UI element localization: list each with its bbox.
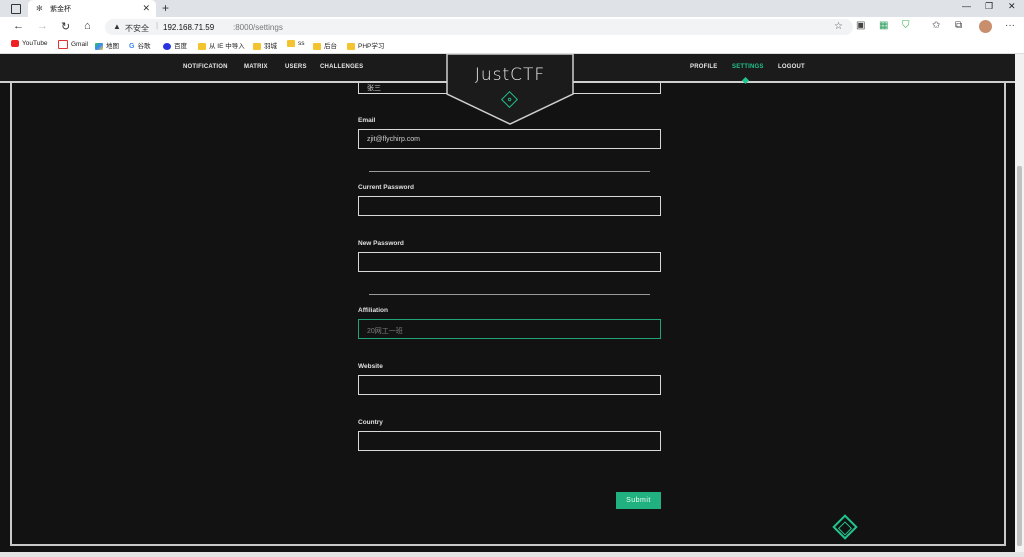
tab-actions-icon[interactable] (11, 4, 21, 14)
website-label: Website (358, 363, 383, 370)
extension-icon[interactable]: ▣ (856, 20, 865, 31)
bookmark-label: 地图 (106, 43, 119, 50)
folder-icon (313, 42, 321, 50)
affiliation-label: Affiliation (358, 307, 388, 314)
reload-icon[interactable]: ↻ (61, 20, 70, 33)
browser-tab[interactable]: ✻ 紫金杯 ✕ (28, 0, 156, 17)
folder-icon (253, 42, 261, 50)
scroll-to-top-inner (837, 521, 853, 536)
favorites-icon[interactable]: ✩ (932, 20, 940, 31)
folder-icon (198, 42, 206, 50)
url-path: :8000/settings (233, 23, 283, 32)
youtube-icon (11, 40, 19, 47)
taskbar-strip (0, 552, 1024, 557)
nav-matrix[interactable]: MATRIX (244, 64, 268, 70)
bookmark-php[interactable]: PHP学习 (347, 40, 384, 50)
bookmark-label: 百度 (174, 43, 187, 50)
nav-notification[interactable]: NOTIFICATION (183, 64, 228, 70)
folder-icon (287, 40, 295, 47)
active-indicator-icon (741, 76, 750, 85)
avatar[interactable] (979, 20, 992, 33)
security-label: 不安全 (125, 24, 149, 33)
bookmark-label: YouTube (22, 40, 48, 48)
back-icon[interactable]: ← (13, 20, 24, 32)
google-icon: G (129, 42, 135, 50)
warning-icon: ▲ (113, 22, 121, 31)
bookmark-label: 后台 (324, 43, 337, 50)
divider (369, 171, 650, 172)
email-field[interactable]: zjit@flychirp.com (358, 129, 661, 149)
affiliation-field[interactable]: 20网工一班 (358, 319, 661, 339)
page-content: 张三 NOTIFICATION MATRIX USERS CHALLENGES … (0, 54, 1015, 552)
bookmark-gmail[interactable]: Gmail (58, 40, 88, 49)
close-tab-icon[interactable]: ✕ (142, 3, 150, 14)
country-field[interactable] (358, 431, 661, 451)
url-host: 192.168.71.59 (163, 23, 215, 32)
nav-settings[interactable]: SETTINGS (732, 64, 764, 70)
nav-challenges[interactable]: CHALLENGES (320, 64, 363, 70)
forward-icon[interactable]: → (37, 20, 48, 32)
collections-icon[interactable]: ⧉ (955, 20, 962, 31)
new-password-field[interactable] (358, 252, 661, 272)
shield-icon[interactable]: ⛉ (902, 20, 910, 31)
bookmark-yucheng[interactable]: 羽城 (253, 40, 277, 50)
gmail-icon (58, 40, 68, 49)
nav-users[interactable]: USERS (285, 64, 307, 70)
bookmark-baidu[interactable]: 百度 (163, 40, 187, 50)
bookmark-maps[interactable]: 地图 (95, 40, 119, 50)
logo-text: JustCTF (474, 65, 546, 85)
bookmark-ie-import[interactable]: 从 IE 中导入 (198, 40, 245, 50)
close-window-icon[interactable]: ✕ (1008, 1, 1016, 12)
website-field[interactable] (358, 375, 661, 395)
maps-icon (95, 42, 103, 50)
bookmark-google[interactable]: G 谷歌 (129, 40, 150, 50)
country-label: Country (358, 419, 383, 426)
address-toolbar: ← → ↻ ⌂ ▲ 不安全 | 192.168.71.59 :8000/sett… (0, 17, 1024, 37)
baidu-icon (163, 42, 171, 50)
nav-logout[interactable]: LOGOUT (778, 64, 805, 70)
bookmark-label: ss (298, 40, 305, 48)
bookmark-label: 谷歌 (137, 43, 151, 50)
bookmark-ss[interactable]: ss (287, 40, 305, 47)
submit-button[interactable]: Submit (616, 492, 661, 509)
current-password-field[interactable] (358, 196, 661, 216)
favicon-icon: ✻ (36, 4, 43, 13)
nav-profile[interactable]: PROFILE (690, 64, 717, 70)
url-separator: | (156, 21, 159, 30)
bookmarks-bar: YouTube Gmail 地图 G 谷歌 百度 从 IE 中导入 羽城 ss 后… (0, 37, 1024, 54)
bookmark-youtube[interactable]: YouTube (11, 40, 48, 47)
more-menu-icon[interactable]: ··· (1005, 20, 1015, 31)
restore-icon[interactable]: ❐ (985, 1, 993, 12)
content-frame (10, 80, 1006, 546)
tab-strip: ✻ 紫金杯 ✕ + — ❐ ✕ (0, 0, 1024, 17)
bookmark-label: 羽城 (264, 43, 277, 50)
divider (369, 294, 650, 295)
bookmark-admin[interactable]: 后台 (313, 40, 337, 50)
current-password-label: Current Password (358, 184, 414, 191)
page-scrollbar[interactable] (1015, 54, 1024, 552)
folder-icon (347, 42, 355, 50)
screenshot-icon[interactable]: ▦ (879, 20, 888, 31)
address-bar[interactable]: ▲ 不安全 | 192.168.71.59 :8000/settings ☆ (105, 19, 853, 35)
browser-window: ✻ 紫金杯 ✕ + — ❐ ✕ ← → ↻ ⌂ ▲ 不安全 | 192.168.… (0, 0, 1024, 557)
favorite-star-icon[interactable]: ☆ (834, 21, 843, 32)
bookmark-label: Gmail (71, 41, 88, 49)
bookmark-label: 从 IE 中导入 (209, 43, 245, 50)
new-password-label: New Password (358, 240, 404, 247)
home-icon[interactable]: ⌂ (84, 20, 91, 32)
email-label: Email (358, 117, 376, 124)
minimize-icon[interactable]: — (962, 1, 971, 11)
tab-title: 紫金杯 (50, 6, 71, 13)
new-tab-button[interactable]: + (162, 1, 169, 15)
scrollbar-thumb[interactable] (1017, 166, 1022, 546)
bookmark-label: PHP学习 (358, 43, 385, 50)
